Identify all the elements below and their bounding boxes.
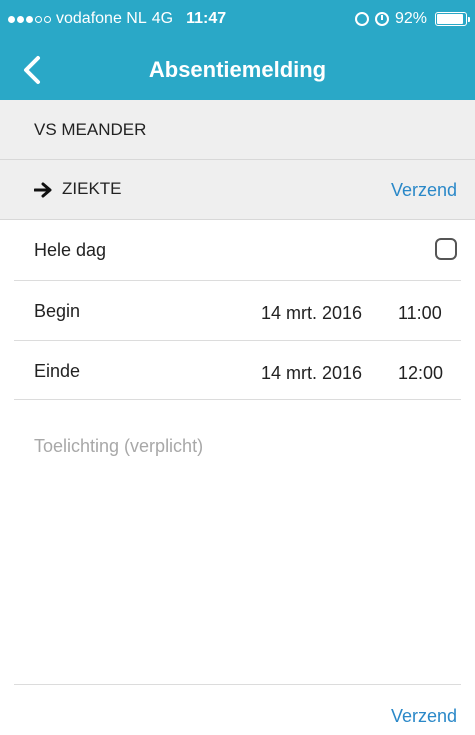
reason-label-wrap: ZIEKTE bbox=[34, 179, 122, 199]
alarm-icon bbox=[374, 12, 389, 26]
begin-time[interactable]: 11:00 bbox=[398, 303, 442, 324]
end-label: Einde bbox=[34, 361, 81, 381]
status-bar-right: 92% bbox=[354, 10, 470, 28]
battery-level bbox=[437, 14, 463, 24]
note-textarea[interactable] bbox=[14, 420, 461, 680]
arrow-right-icon bbox=[34, 182, 52, 198]
school-name: VS MEANDER bbox=[34, 120, 147, 139]
end-time[interactable]: 12:00 bbox=[398, 363, 443, 384]
status-time: 11:47 bbox=[186, 10, 227, 27]
begin-row[interactable]: Begin 14 mrt. 2016 11:00 bbox=[0, 281, 475, 340]
reason-row: ZIEKTE Verzend bbox=[0, 160, 475, 219]
navigation-bar: Absentiemelding bbox=[0, 40, 475, 100]
rotation-lock-icon bbox=[354, 12, 369, 26]
signal-strength-icon bbox=[8, 15, 51, 23]
send-button-top[interactable]: Verzend bbox=[391, 180, 457, 201]
app-header: vodafone NL 4G 11:47 92% Absentiemelding bbox=[0, 0, 475, 100]
begin-date[interactable]: 14 mrt. 2016 bbox=[261, 303, 362, 324]
begin-label: Begin bbox=[34, 301, 81, 321]
all-day-label: Hele dag bbox=[34, 240, 107, 260]
end-date[interactable]: 14 mrt. 2016 bbox=[261, 363, 362, 384]
reason-label: ZIEKTE bbox=[62, 179, 122, 198]
status-bar-left: vodafone NL 4G 11:47 bbox=[8, 10, 226, 28]
page-title: Absentiemelding bbox=[148, 57, 327, 82]
all-day-checkbox[interactable] bbox=[435, 238, 457, 260]
network-type: 4G bbox=[151, 10, 174, 27]
divider bbox=[14, 399, 461, 400]
battery-percentage: 92% bbox=[394, 10, 427, 27]
school-header: VS MEANDER bbox=[0, 100, 475, 160]
end-row[interactable]: Einde 14 mrt. 2016 12:00 bbox=[0, 341, 475, 399]
battery-icon bbox=[435, 12, 470, 26]
carrier-name: vodafone NL bbox=[56, 10, 147, 27]
all-day-row: Hele dag bbox=[0, 220, 475, 280]
status-bar: vodafone NL 4G 11:47 92% bbox=[0, 0, 475, 40]
send-button-bottom[interactable]: Verzend bbox=[391, 706, 457, 727]
divider bbox=[14, 684, 461, 685]
